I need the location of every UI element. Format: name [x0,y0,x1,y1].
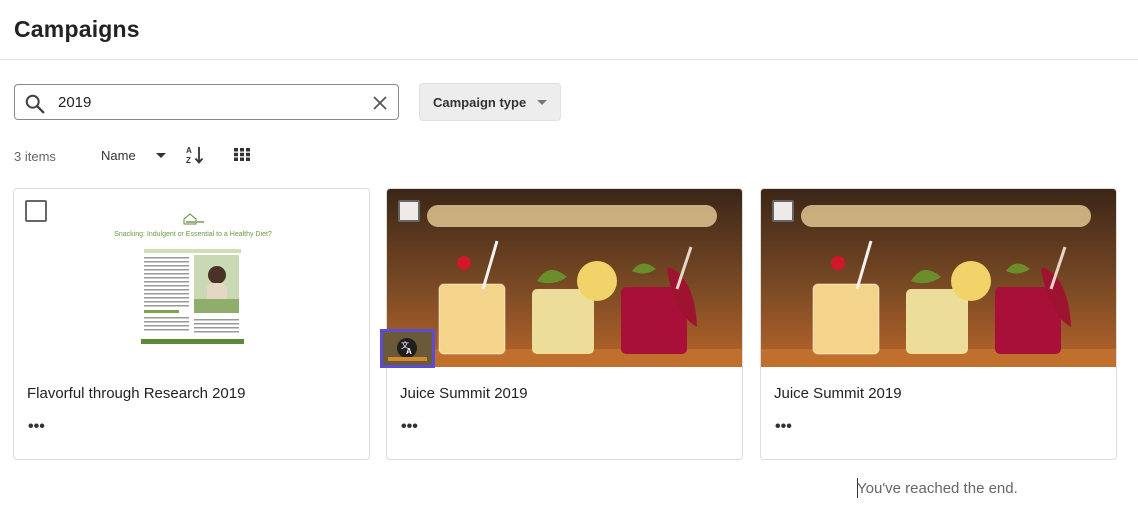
drinks-photo [761,189,1116,367]
drinks-photo [387,189,742,367]
clear-icon[interactable] [372,95,388,111]
translate-badge[interactable]: 文 A [380,329,435,368]
select-checkbox[interactable] [25,200,47,222]
document-preview: Snacking: Indulgent or Essential to a He… [14,189,369,367]
document-heading: Snacking: Indulgent or Essential to a He… [114,231,272,238]
select-checkbox[interactable] [772,200,794,222]
page-title: Campaigns [14,16,140,42]
campaign-name: Juice Summit 2019 [774,385,902,402]
more-options-button[interactable]: ••• [775,419,792,435]
campaign-card[interactable]: Juice Summit 2019 ••• [386,188,743,460]
chevron-down-icon [537,100,547,105]
select-checkbox[interactable] [398,200,420,222]
translate-icon: 文 A [397,338,417,358]
campaign-thumbnail [761,189,1116,367]
campaign-thumbnail [387,189,742,367]
svg-text:A: A [186,146,192,155]
grid-view-icon[interactable] [234,148,250,161]
campaign-name: Flavorful through Research 2019 [27,385,246,402]
campaign-card[interactable]: Juice Summit 2019 ••• [760,188,1117,460]
document-thumbnail: Snacking: Indulgent or Essential to a He… [14,189,369,367]
translate-bar [388,357,427,361]
campaign-type-dropdown[interactable]: Campaign type [419,83,561,121]
svg-text:Z: Z [186,156,191,165]
campaign-type-label: Campaign type [433,95,527,110]
more-options-button[interactable]: ••• [401,419,418,435]
page-header: Campaigns [0,0,1138,60]
search-box[interactable] [14,84,399,120]
end-of-list-message: You've reached the end. [857,480,1018,497]
campaign-card[interactable]: Snacking: Indulgent or Essential to a He… [13,188,370,460]
sort-chevron-down-icon[interactable] [156,153,166,158]
campaign-name: Juice Summit 2019 [400,385,528,402]
more-options-button[interactable]: ••• [28,419,45,435]
search-input[interactable] [58,90,358,114]
svg-text:A: A [406,347,412,356]
item-count: 3 items [14,149,56,164]
sort-az-icon[interactable]: A Z [185,145,205,165]
search-icon [25,94,45,114]
sort-field-select[interactable]: Name [101,148,136,163]
